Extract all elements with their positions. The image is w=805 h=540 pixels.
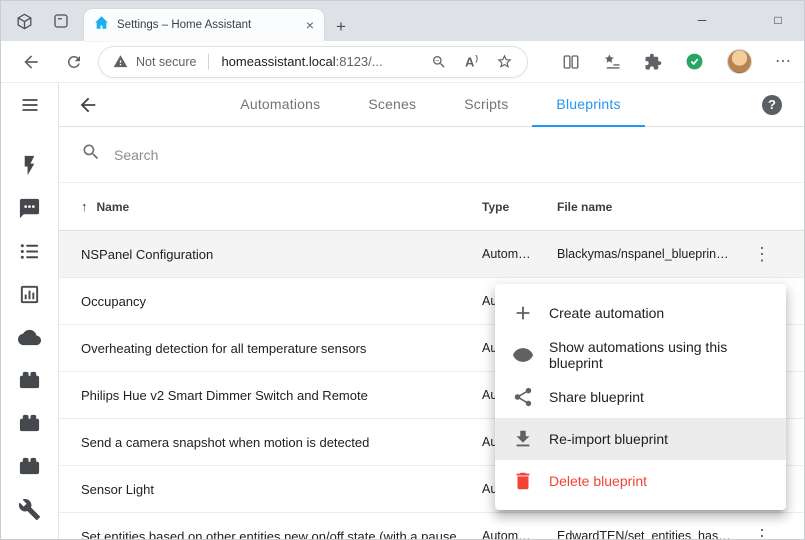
logbook-icon[interactable]: [18, 240, 41, 263]
url-text[interactable]: homeassistant.local:8123/...: [221, 54, 382, 69]
row-name: Sensor Light: [81, 482, 482, 497]
workspaces-icon[interactable]: [15, 12, 34, 31]
menu-item-show-automations[interactable]: Show automations using this blueprint: [495, 334, 786, 376]
blueprints-page: Automations Scenes Scripts Blueprints ? …: [59, 83, 804, 540]
eye-icon: [512, 344, 534, 366]
menu-item-label: Re-import blueprint: [549, 431, 668, 447]
menu-item-label: Share blueprint: [549, 389, 644, 405]
row-name: Philips Hue v2 Smart Dimmer Switch and R…: [81, 388, 482, 403]
page-back-icon[interactable]: [77, 94, 99, 116]
refresh-button[interactable]: [65, 53, 83, 71]
search-input[interactable]: [114, 147, 782, 163]
tab-scripts[interactable]: Scripts: [440, 83, 532, 127]
table-header: ↑ Name Type File name: [59, 183, 804, 231]
energy-icon[interactable]: [18, 154, 41, 177]
row-file: EdwardTEN/set_entities_has…: [557, 529, 748, 540]
search-icon: [81, 142, 101, 167]
menu-item-delete-blueprint[interactable]: Delete blueprint: [495, 460, 786, 502]
read-aloud-icon[interactable]: A: [465, 54, 478, 69]
browser-tab[interactable]: Settings – Home Assistant ×: [84, 9, 324, 41]
row-name: Set entities based on other entities new…: [81, 529, 482, 540]
context-menu: Create automation Show automations using…: [495, 284, 786, 510]
browser-titlebar: Settings – Home Assistant × + ─ □: [1, 1, 804, 41]
sidebar: [1, 83, 59, 540]
row-name: Overheating detection for all temperatur…: [81, 341, 482, 356]
plus-icon: [512, 302, 534, 324]
trash-icon: [512, 470, 534, 492]
minimize-button[interactable]: ─: [692, 13, 712, 27]
menu-item-label: Create automation: [549, 305, 664, 321]
url-path: :8123/...: [336, 54, 383, 69]
column-header-type[interactable]: Type: [482, 200, 557, 214]
dashboard-brick-icon-3[interactable]: [18, 455, 41, 478]
page-tabs: Automations Scenes Scripts Blueprints: [99, 83, 762, 127]
row-type: Autom…: [482, 247, 557, 261]
warning-icon: [113, 54, 128, 69]
tab-scenes[interactable]: Scenes: [344, 83, 440, 127]
cloud-icon[interactable]: [18, 326, 41, 349]
dashboard-brick-icon-2[interactable]: [18, 412, 41, 435]
download-icon: [512, 428, 534, 450]
row-overflow-icon[interactable]: ⋮: [748, 526, 776, 540]
menu-item-create-automation[interactable]: Create automation: [495, 292, 786, 334]
column-header-file[interactable]: File name: [557, 200, 748, 214]
extensions-icon[interactable]: [644, 53, 662, 71]
split-screen-icon[interactable]: [562, 53, 580, 71]
home-assistant-app: Automations Scenes Scripts Blueprints ? …: [1, 83, 804, 540]
tab-blueprints[interactable]: Blueprints: [532, 83, 644, 127]
url-divider: [208, 54, 209, 70]
tab-title: Settings – Home Assistant: [117, 19, 298, 31]
favorites-icon[interactable]: [603, 53, 621, 71]
chat-icon[interactable]: [18, 197, 41, 220]
profile-avatar[interactable]: [727, 49, 752, 74]
dashboard-brick-icon-1[interactable]: [18, 369, 41, 392]
column-header-name[interactable]: Name: [97, 200, 130, 214]
tab-close-icon[interactable]: ×: [306, 18, 314, 32]
maximize-button[interactable]: □: [768, 13, 788, 27]
favorite-star-icon[interactable]: [496, 53, 513, 70]
browser-window: Settings – Home Assistant × + ─ □ Not se…: [0, 0, 805, 540]
address-bar[interactable]: Not secure homeassistant.local:8123/... …: [99, 47, 527, 77]
browser-menu-icon[interactable]: ⋯: [775, 54, 791, 70]
back-button[interactable]: [21, 52, 41, 72]
menu-item-reimport-blueprint[interactable]: Re-import blueprint: [495, 418, 786, 460]
row-name: Send a camera snapshot when motion is de…: [81, 435, 482, 450]
table-row[interactable]: NSPanel Configuration Autom… Blackymas/n…: [59, 231, 804, 278]
row-name: NSPanel Configuration: [81, 247, 482, 262]
row-type: Autom…: [482, 529, 557, 540]
url-host: homeassistant.local: [221, 54, 335, 69]
row-overflow-icon[interactable]: ⋮: [748, 244, 776, 265]
table-row[interactable]: Set entities based on other entities new…: [59, 513, 804, 540]
share-icon: [512, 386, 534, 408]
tab-tools-icon[interactable]: [52, 12, 70, 30]
menu-item-label: Delete blueprint: [549, 473, 647, 489]
menu-item-share-blueprint[interactable]: Share blueprint: [495, 376, 786, 418]
new-tab-button[interactable]: +: [336, 18, 346, 35]
home-assistant-favicon: [94, 15, 109, 35]
page-header: Automations Scenes Scripts Blueprints ?: [59, 83, 804, 127]
row-name: Occupancy: [81, 294, 482, 309]
tab-automations[interactable]: Automations: [216, 83, 344, 127]
history-icon[interactable]: [18, 283, 41, 306]
help-icon[interactable]: ?: [762, 95, 782, 115]
browser-toolbar: Not secure homeassistant.local:8123/... …: [1, 41, 804, 83]
menu-item-label: Show automations using this blueprint: [549, 339, 769, 371]
developer-tools-icon[interactable]: [18, 498, 41, 521]
sort-asc-icon[interactable]: ↑: [81, 199, 88, 214]
extension-badge-icon[interactable]: [685, 52, 704, 71]
zoom-out-icon[interactable]: [431, 54, 447, 70]
sidebar-menu-icon[interactable]: [20, 95, 40, 120]
row-file: Blackymas/nspanel_blueprin…: [557, 247, 748, 261]
security-label[interactable]: Not secure: [136, 55, 196, 69]
search-bar: [59, 127, 804, 183]
